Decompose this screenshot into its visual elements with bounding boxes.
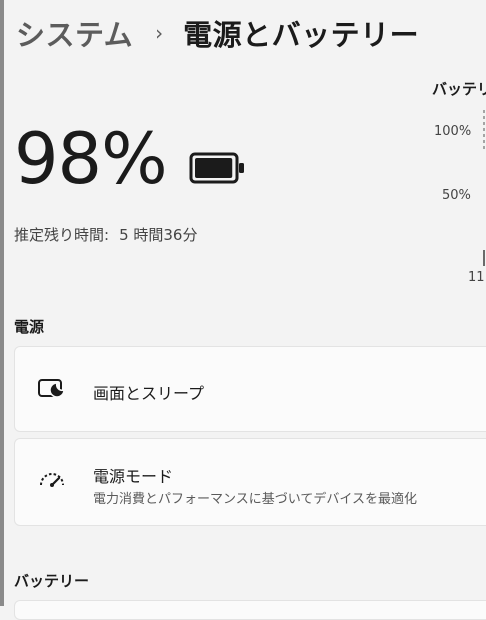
chart-tick-100: 100% (434, 124, 472, 139)
breadcrumb-separator: › (155, 21, 164, 45)
power-mode-description: 電力消費とパフォーマンスに基づいてデバイスを最適化 (93, 492, 417, 507)
power-mode-card[interactable]: 電源モード 電力消費とパフォーマンスに基づいてデバイスを最適化 (14, 438, 486, 526)
speedometer-icon (40, 473, 64, 487)
battery-chart-title: バッテリ (432, 80, 486, 98)
chart-tick-time: 11: (468, 270, 486, 285)
screen-and-sleep-card[interactable]: 画面とスリープ (14, 346, 486, 432)
breadcrumb-parent-system[interactable]: システム (16, 12, 133, 54)
battery-chart-gridline (483, 110, 485, 266)
screen-and-sleep-label: 画面とスリープ (93, 384, 205, 403)
section-title-battery: バッテリー (14, 572, 90, 590)
page-title: 電源とバッテリー (183, 18, 420, 52)
screen-sleep-icon (38, 379, 65, 398)
chart-tick-50: 50% (442, 188, 471, 203)
battery-percentage: 98% (14, 118, 168, 200)
breadcrumb: システム › 電源とバッテリー (16, 10, 419, 56)
section-title-power: 電源 (14, 318, 45, 336)
battery-section-card[interactable] (14, 600, 486, 620)
battery-icon (189, 152, 244, 184)
remaining-label: 推定残り時間: (14, 226, 110, 244)
window-left-edge (0, 0, 4, 606)
power-mode-label: 電源モード (93, 467, 174, 486)
remaining-value: 5 時間36分 (119, 226, 198, 244)
estimated-time-remaining: 推定残り時間: 5 時間36分 (14, 224, 197, 245)
